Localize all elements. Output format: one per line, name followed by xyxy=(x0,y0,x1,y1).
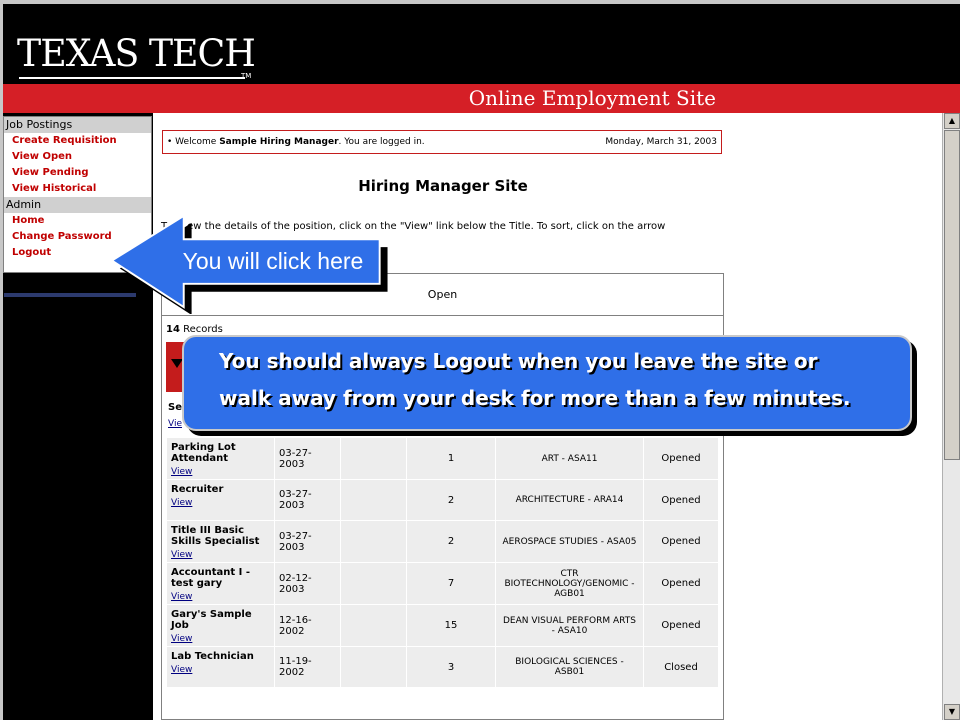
sidebar-item-view-historical[interactable]: View Historical xyxy=(4,181,151,197)
note-line-2: walk away from your desk for more than a… xyxy=(219,386,851,410)
applicants-cell: 15 xyxy=(407,605,495,646)
job-title: Parking Lot Attendant xyxy=(171,442,236,464)
page-title: Hiring Manager Site xyxy=(358,177,528,195)
records-number: 14 xyxy=(166,324,180,335)
view-link[interactable]: View xyxy=(171,498,270,508)
job-title-cell: Title III Basic Skills Specialist View xyxy=(167,521,274,562)
table-row: Accountant I - test gary View 02-12-2003 7 C… xyxy=(167,563,718,604)
job-title-cell: Lab Technician View xyxy=(167,647,274,687)
sidebar-item-create-requisition[interactable]: Create Requisition xyxy=(4,133,151,149)
empty-cell xyxy=(341,480,406,520)
view-link[interactable]: View xyxy=(171,550,270,560)
table-row: Parking Lot Attendant View 03-27-2003 1 ART … xyxy=(167,438,718,479)
partial-view-link[interactable]: Vie xyxy=(168,419,182,429)
welcome-suffix: . You are logged in. xyxy=(338,137,425,147)
welcome-user: Sample Hiring Manager xyxy=(219,137,339,147)
empty-cell xyxy=(341,563,406,604)
job-title: Title III Basic Skills Specialist xyxy=(171,525,260,547)
table-row: Gary's Sample Job View 12-16-2002 15 DEAN VI… xyxy=(167,605,718,646)
job-title-cell: Gary's Sample Job View xyxy=(167,605,274,646)
empty-cell xyxy=(341,605,406,646)
job-title: Lab Technician xyxy=(171,651,254,662)
view-link[interactable]: View xyxy=(171,467,270,477)
view-link[interactable]: View xyxy=(171,592,270,602)
date-cell: 03-27-2003 xyxy=(275,438,340,479)
date-cell: 11-19-2002 xyxy=(275,647,340,687)
sidebar: Job Postings Create Requisition View Ope… xyxy=(3,113,153,720)
date-cell: 03-27-2003 xyxy=(275,480,340,520)
welcome-bar: • Welcome Sample Hiring Manager. You are… xyxy=(162,130,722,154)
scroll-down-icon[interactable]: ▼ xyxy=(944,704,960,720)
table-row: Lab Technician View 11-19-2002 3 BIOLOGICAL … xyxy=(167,647,718,687)
table-row: Recruiter View 03-27-2003 2 ARCHITECTURE - A… xyxy=(167,480,718,520)
applicants-cell: 3 xyxy=(407,647,495,687)
job-title: Recruiter xyxy=(171,484,224,495)
logo-underline xyxy=(19,77,245,79)
header-banner: TEXAS TECH TM xyxy=(3,4,960,84)
callout-label: You will click here xyxy=(182,248,364,274)
site-title: Online Employment Site xyxy=(468,86,716,110)
sidebar-item-view-open[interactable]: View Open xyxy=(4,149,151,165)
welcome-prefix: • Welcome xyxy=(167,137,220,147)
partial-job-title: Se xyxy=(168,402,182,413)
jobs-table: Parking Lot Attendant View 03-27-2003 1 ART … xyxy=(166,437,719,688)
sidebar-item-view-pending[interactable]: View Pending xyxy=(4,165,151,181)
empty-cell xyxy=(341,647,406,687)
status-cell: Opened xyxy=(644,521,718,562)
table-row: Title III Basic Skills Specialist View 03-… xyxy=(167,521,718,562)
empty-cell xyxy=(341,438,406,479)
applicants-cell: 2 xyxy=(407,480,495,520)
logout-reminder-note: You should always Logout when you leave … xyxy=(182,335,912,431)
logo-trademark: TM xyxy=(241,72,252,80)
job-title-cell: Recruiter View xyxy=(167,480,274,520)
department-cell: CTR BIOTECHNOLOGY/GENOMIC - AGB01 xyxy=(496,563,643,604)
texas-tech-logo: TEXAS TECH xyxy=(17,32,256,75)
status-cell: Opened xyxy=(644,438,718,479)
scroll-thumb[interactable] xyxy=(944,130,960,460)
note-line-1: You should always Logout when you leave … xyxy=(219,349,818,373)
department-cell: ARCHITECTURE - ARA14 xyxy=(496,480,643,520)
date-cell: 02-12-2003 xyxy=(275,563,340,604)
menu-header-job-postings: Job Postings xyxy=(4,117,151,133)
records-label: Records xyxy=(179,324,223,335)
scroll-up-icon[interactable]: ▲ xyxy=(944,113,960,129)
department-cell: BIOLOGICAL SCIENCES - ASB01 xyxy=(496,647,643,687)
job-title: Gary's Sample Job xyxy=(171,609,252,631)
empty-cell xyxy=(341,521,406,562)
date-cell: 03-27-2003 xyxy=(275,521,340,562)
menu-header-admin: Admin xyxy=(4,197,151,213)
vertical-scrollbar[interactable]: ▲ ▼ xyxy=(942,113,960,720)
current-date: Monday, March 31, 2003 xyxy=(605,137,717,147)
date-cell: 12-16-2002 xyxy=(275,605,340,646)
job-title-cell: Accountant I - test gary View xyxy=(167,563,274,604)
status-cell: Opened xyxy=(644,563,718,604)
applicants-cell: 2 xyxy=(407,521,495,562)
records-count: 14 Records xyxy=(166,324,223,335)
status-cell: Opened xyxy=(644,605,718,646)
department-cell: DEAN VISUAL PERFORM ARTS - ASA10 xyxy=(496,605,643,646)
status-cell: Closed xyxy=(644,647,718,687)
department-cell: AEROSPACE STUDIES - ASA05 xyxy=(496,521,643,562)
site-title-bar: Online Employment Site xyxy=(3,84,960,113)
job-title-cell: Parking Lot Attendant View xyxy=(167,438,274,479)
applicants-cell: 7 xyxy=(407,563,495,604)
department-cell: ART - ASA11 xyxy=(496,438,643,479)
job-title: Accountant I - test gary xyxy=(171,567,250,589)
view-link[interactable]: View xyxy=(171,634,270,644)
view-link[interactable]: View xyxy=(171,665,270,675)
applicants-cell: 1 xyxy=(407,438,495,479)
status-cell: Opened xyxy=(644,480,718,520)
